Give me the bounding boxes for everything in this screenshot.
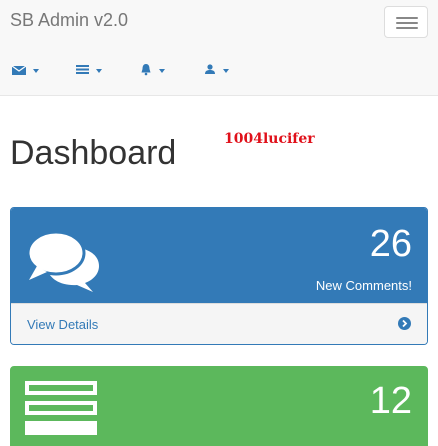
comments-panel-heading: 26 New Comments!: [11, 208, 427, 303]
chevron-circle-right-icon: [398, 317, 411, 330]
comments-count: 26: [369, 223, 412, 265]
watermark-text: 1004lucifer: [224, 131, 315, 147]
navbar-toggle-button[interactable]: [384, 6, 428, 38]
caret-down-icon: [96, 69, 102, 73]
view-details-label: View Details: [27, 317, 99, 332]
comments-label: New Comments!: [315, 278, 412, 293]
tasks-icon: [25, 381, 97, 435]
tasks-count: 12: [369, 380, 412, 422]
tasks-icon: [76, 65, 89, 74]
alerts-dropdown[interactable]: [140, 60, 184, 84]
messages-dropdown[interactable]: [12, 60, 56, 84]
comments-panel: 26 New Comments! View Details: [10, 207, 428, 345]
bell-icon: [141, 64, 151, 76]
page-title: Dashboard: [10, 134, 177, 172]
caret-down-icon: [223, 69, 229, 73]
tasks-panel: 12: [10, 366, 428, 446]
user-dropdown[interactable]: [204, 60, 248, 84]
navbar: SB Admin v2.0: [0, 0, 438, 96]
caret-down-icon: [33, 69, 39, 73]
user-icon: [205, 64, 215, 74]
envelope-icon: [12, 65, 27, 75]
caret-down-icon: [159, 69, 165, 73]
hamburger-icon: [396, 17, 418, 19]
navbar-brand[interactable]: SB Admin v2.0: [10, 10, 128, 31]
view-details-link[interactable]: View Details: [11, 303, 427, 344]
comments-icon: [26, 230, 99, 292]
navbar-top-links: [0, 60, 438, 84]
tasks-dropdown[interactable]: [76, 60, 120, 84]
